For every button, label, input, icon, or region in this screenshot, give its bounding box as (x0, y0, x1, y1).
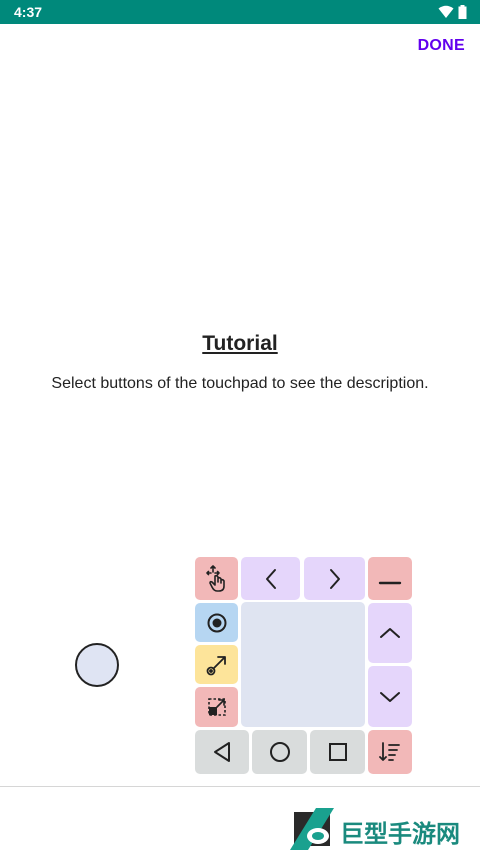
square-recents-icon (328, 743, 347, 761)
drag-arrow-icon (206, 655, 226, 675)
wifi-icon (438, 5, 454, 18)
down-button[interactable] (368, 666, 412, 727)
watermark-text: 巨型手游网 (340, 820, 460, 848)
minus-icon (378, 581, 402, 584)
status-time: 4:37 (14, 4, 43, 20)
status-bar: 4:37 (0, 0, 480, 24)
tutorial-description: Select buttons of the touchpad to see th… (51, 375, 429, 392)
touch-pointer-circle[interactable] (75, 643, 119, 687)
back-button[interactable] (195, 730, 249, 774)
sort-button[interactable] (368, 730, 412, 774)
right-arrow-button[interactable] (304, 557, 365, 600)
move-button[interactable] (195, 557, 238, 600)
done-button[interactable]: DONE (418, 37, 465, 55)
tutorial-title: Tutorial (202, 332, 278, 355)
minimize-button[interactable] (368, 557, 412, 600)
battery-icon (458, 5, 467, 19)
chevron-left-icon (265, 568, 276, 589)
watermark-logo-icon (290, 808, 334, 850)
drag-button[interactable] (195, 645, 238, 684)
triangle-back-icon (214, 742, 230, 762)
home-button[interactable] (252, 730, 307, 774)
circle-home-icon (269, 742, 290, 762)
chevron-right-icon (329, 568, 340, 589)
nav-divider (0, 786, 480, 787)
sort-down-icon (379, 742, 400, 761)
touchpad-surface[interactable] (241, 602, 365, 727)
watermark: 巨型手游网 (288, 804, 478, 854)
up-button[interactable] (368, 603, 412, 663)
chevron-down-icon (380, 691, 400, 702)
left-arrow-button[interactable] (241, 557, 300, 600)
click-button[interactable] (195, 603, 238, 642)
recents-button[interactable] (310, 730, 365, 774)
radio-dot-icon (207, 613, 226, 632)
resize-button[interactable] (195, 687, 238, 727)
move-hand-icon (205, 564, 225, 592)
resize-icon (207, 698, 226, 716)
chevron-up-icon (380, 628, 400, 638)
